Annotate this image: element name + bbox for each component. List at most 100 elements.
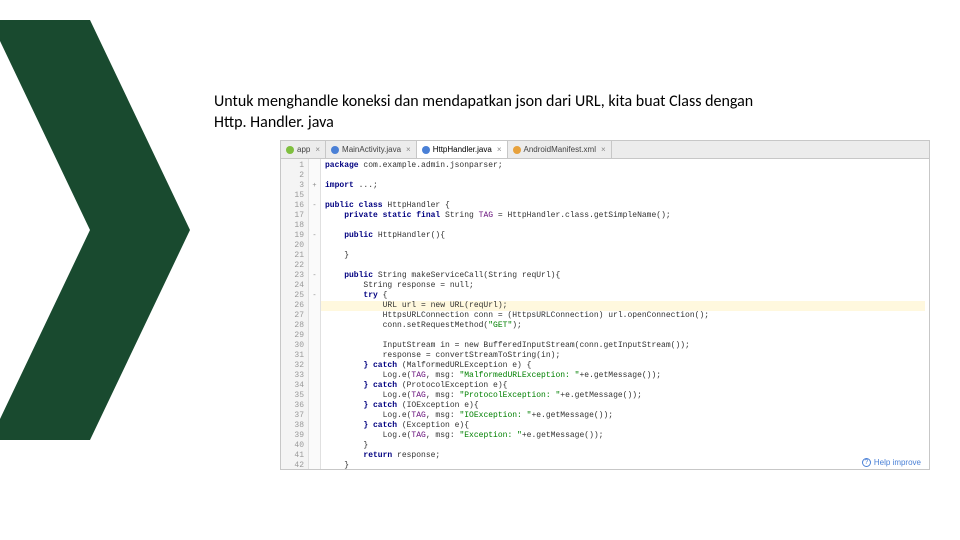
code-line: public String makeServiceCall(String req… bbox=[325, 271, 925, 281]
tab-mainactivity-java[interactable]: MainActivity.java × bbox=[326, 141, 417, 158]
line-number: 22 bbox=[281, 261, 304, 271]
fold-marker bbox=[309, 381, 320, 391]
code-line: URL url = new URL(reqUrl); bbox=[321, 301, 925, 311]
code-line: } bbox=[325, 441, 925, 451]
code-line: } catch (Exception e){ bbox=[325, 421, 925, 431]
code-line: InputStream in = new BufferedInputStream… bbox=[325, 341, 925, 351]
fold-marker bbox=[309, 371, 320, 381]
close-icon[interactable]: × bbox=[601, 145, 606, 154]
file-icon bbox=[331, 146, 339, 154]
line-number: 21 bbox=[281, 251, 304, 261]
fold-marker bbox=[309, 261, 320, 271]
help-improve-link[interactable]: ? Help improve bbox=[862, 458, 921, 467]
fold-marker bbox=[309, 361, 320, 371]
line-number: 1 bbox=[281, 161, 304, 171]
line-number: 25 bbox=[281, 291, 304, 301]
line-number: 23 bbox=[281, 271, 304, 281]
heading-line1: Untuk menghandle koneksi dan mendapatkan… bbox=[214, 92, 753, 111]
line-number: 38 bbox=[281, 421, 304, 431]
line-number: 16 bbox=[281, 201, 304, 211]
tab-label: app bbox=[297, 145, 310, 154]
fold-marker bbox=[309, 451, 320, 461]
file-icon bbox=[513, 146, 521, 154]
code-line: package com.example.admin.jsonparser; bbox=[325, 161, 925, 171]
code-area[interactable]: package com.example.admin.jsonparser;imp… bbox=[321, 159, 929, 469]
line-number: 33 bbox=[281, 371, 304, 381]
tab-androidmanifest-xml[interactable]: AndroidManifest.xml× bbox=[508, 141, 612, 158]
line-number: 24 bbox=[281, 281, 304, 291]
close-icon[interactable]: × bbox=[406, 145, 411, 154]
fold-marker bbox=[309, 401, 320, 411]
code-line bbox=[325, 331, 925, 341]
line-number: 29 bbox=[281, 331, 304, 341]
line-number: 30 bbox=[281, 341, 304, 351]
line-number: 26 bbox=[281, 301, 304, 311]
file-icon bbox=[286, 146, 294, 154]
fold-marker bbox=[309, 211, 320, 221]
fold-marker[interactable]: + bbox=[309, 181, 320, 191]
line-number: 42 bbox=[281, 461, 304, 469]
code-line bbox=[325, 261, 925, 271]
line-number: 20 bbox=[281, 241, 304, 251]
close-icon[interactable]: × bbox=[497, 145, 502, 154]
code-line: } catch (ProtocolException e){ bbox=[325, 381, 925, 391]
code-line: String response = null; bbox=[325, 281, 925, 291]
line-number: 39 bbox=[281, 431, 304, 441]
line-number: 3 bbox=[281, 181, 304, 191]
fold-marker bbox=[309, 441, 320, 451]
line-number: 28 bbox=[281, 321, 304, 331]
code-line: Log.e(TAG, msg: "MalformedURLException: … bbox=[325, 371, 925, 381]
help-icon: ? bbox=[862, 458, 871, 467]
code-line: } catch (MalformedURLException e) { bbox=[325, 361, 925, 371]
fold-marker bbox=[309, 341, 320, 351]
fold-marker bbox=[309, 311, 320, 321]
fold-marker bbox=[309, 331, 320, 341]
tab-label: MainActivity.java bbox=[342, 145, 401, 154]
code-line: public HttpHandler(){ bbox=[325, 231, 925, 241]
fold-marker bbox=[309, 161, 320, 171]
fold-marker bbox=[309, 301, 320, 311]
code-line: Log.e(TAG, msg: "Exception: "+e.getMessa… bbox=[325, 431, 925, 441]
code-line: HttpsURLConnection conn = (HttpsURLConne… bbox=[325, 311, 925, 321]
fold-marker bbox=[309, 321, 320, 331]
fold-marker[interactable]: - bbox=[309, 291, 320, 301]
line-number: 41 bbox=[281, 451, 304, 461]
slide-chevron bbox=[0, 20, 190, 440]
fold-marker bbox=[309, 431, 320, 441]
code-line bbox=[325, 241, 925, 251]
code-line: conn.setRequestMethod("GET"); bbox=[325, 321, 925, 331]
fold-gutter: + - - - - bbox=[309, 159, 321, 469]
close-icon[interactable]: × bbox=[315, 145, 320, 154]
line-number: 15 bbox=[281, 191, 304, 201]
help-text: Help improve bbox=[874, 458, 921, 467]
line-number: 35 bbox=[281, 391, 304, 401]
line-number: 18 bbox=[281, 221, 304, 231]
line-number: 34 bbox=[281, 381, 304, 391]
fold-marker bbox=[309, 281, 320, 291]
code-line: return response; bbox=[325, 451, 925, 461]
fold-marker bbox=[309, 421, 320, 431]
line-number: 36 bbox=[281, 401, 304, 411]
fold-marker[interactable]: - bbox=[309, 271, 320, 281]
code-line: } catch (IOException e){ bbox=[325, 401, 925, 411]
fold-marker bbox=[309, 411, 320, 421]
line-number: 37 bbox=[281, 411, 304, 421]
ide-window: app×MainActivity.java×HttpHandler.java×A… bbox=[280, 140, 930, 470]
file-icon bbox=[422, 146, 430, 154]
tab-app[interactable]: app × bbox=[281, 141, 326, 158]
fold-marker bbox=[309, 241, 320, 251]
code-line: response = convertStreamToString(in); bbox=[325, 351, 925, 361]
line-number: 2 bbox=[281, 171, 304, 181]
fold-marker[interactable]: - bbox=[309, 231, 320, 241]
tab-label: HttpHandler.java bbox=[433, 145, 492, 154]
tab-bar: app×MainActivity.java×HttpHandler.java×A… bbox=[281, 141, 929, 159]
line-gutter: 1231516171819202122232425262728293031323… bbox=[281, 159, 309, 469]
fold-marker bbox=[309, 351, 320, 361]
fold-marker[interactable]: - bbox=[309, 201, 320, 211]
fold-marker bbox=[309, 461, 320, 469]
fold-marker bbox=[309, 391, 320, 401]
code-line bbox=[325, 171, 925, 181]
tab-httphandler-java[interactable]: HttpHandler.java × bbox=[417, 141, 508, 158]
code-line: } bbox=[325, 461, 925, 469]
code-line: } bbox=[325, 251, 925, 261]
